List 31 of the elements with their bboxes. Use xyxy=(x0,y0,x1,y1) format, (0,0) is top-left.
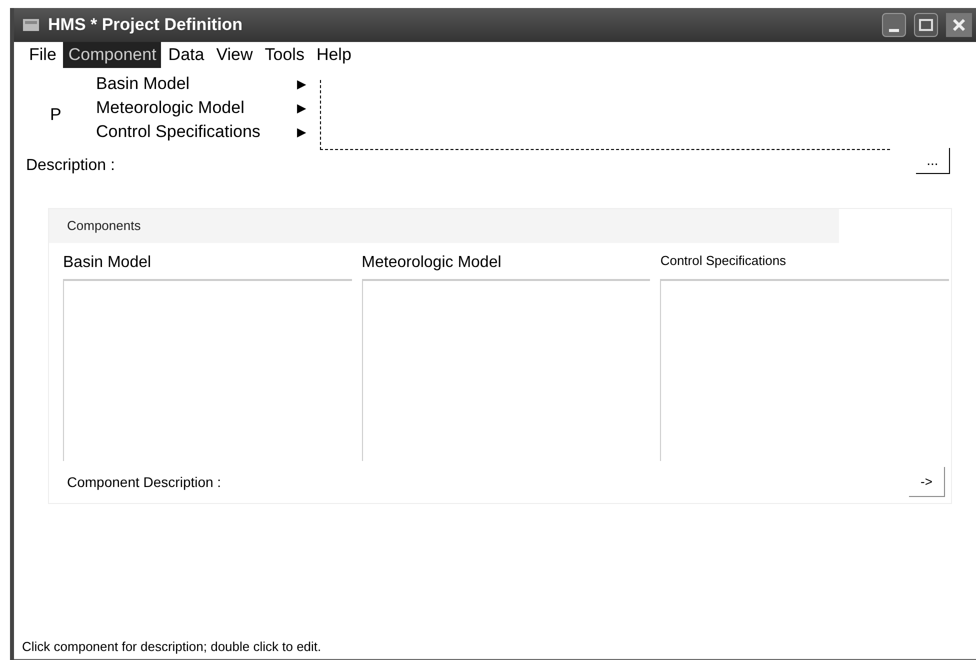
menu-entry[interactable]: Control Specifications ▶ xyxy=(78,120,314,144)
column-heading: Meteorologic Model xyxy=(362,253,502,271)
description-button[interactable]: ... xyxy=(916,148,950,174)
status-text: Click component for description; double click to edit. xyxy=(22,638,322,656)
maximize-icon xyxy=(919,19,933,31)
list-box[interactable] xyxy=(63,279,352,461)
description-label: Description : xyxy=(26,156,115,176)
window-title: HMS * Project Definition xyxy=(48,14,244,36)
menu-item[interactable]: File xyxy=(24,42,62,68)
menu-item[interactable]: Component xyxy=(63,42,162,68)
component-description-label: Component Description : xyxy=(67,472,222,492)
close-button[interactable] xyxy=(946,13,972,37)
components-title: Components xyxy=(67,217,141,236)
menu-item[interactable]: View xyxy=(211,42,258,68)
project-label: P xyxy=(50,104,62,126)
minimize-button[interactable] xyxy=(882,13,906,37)
list-box[interactable] xyxy=(362,279,650,461)
arrow-button[interactable]: -> xyxy=(909,467,945,497)
menu-item[interactable]: Data xyxy=(163,42,210,68)
maximize-button[interactable] xyxy=(914,13,938,37)
column-heading: Control Specifications xyxy=(660,252,788,270)
minimize-icon xyxy=(889,29,899,32)
menu-item[interactable]: Help xyxy=(311,42,356,68)
project-field[interactable] xyxy=(320,80,890,150)
app-icon xyxy=(22,17,40,33)
close-icon xyxy=(952,18,966,32)
list-box[interactable] xyxy=(660,279,949,461)
menu-item[interactable]: Tools xyxy=(260,42,310,68)
menu-entry[interactable]: Basin Model ▶ xyxy=(78,72,314,96)
menu-entry[interactable]: Meteorologic Model ▶ xyxy=(78,96,314,120)
column-heading: Basin Model xyxy=(63,253,152,271)
